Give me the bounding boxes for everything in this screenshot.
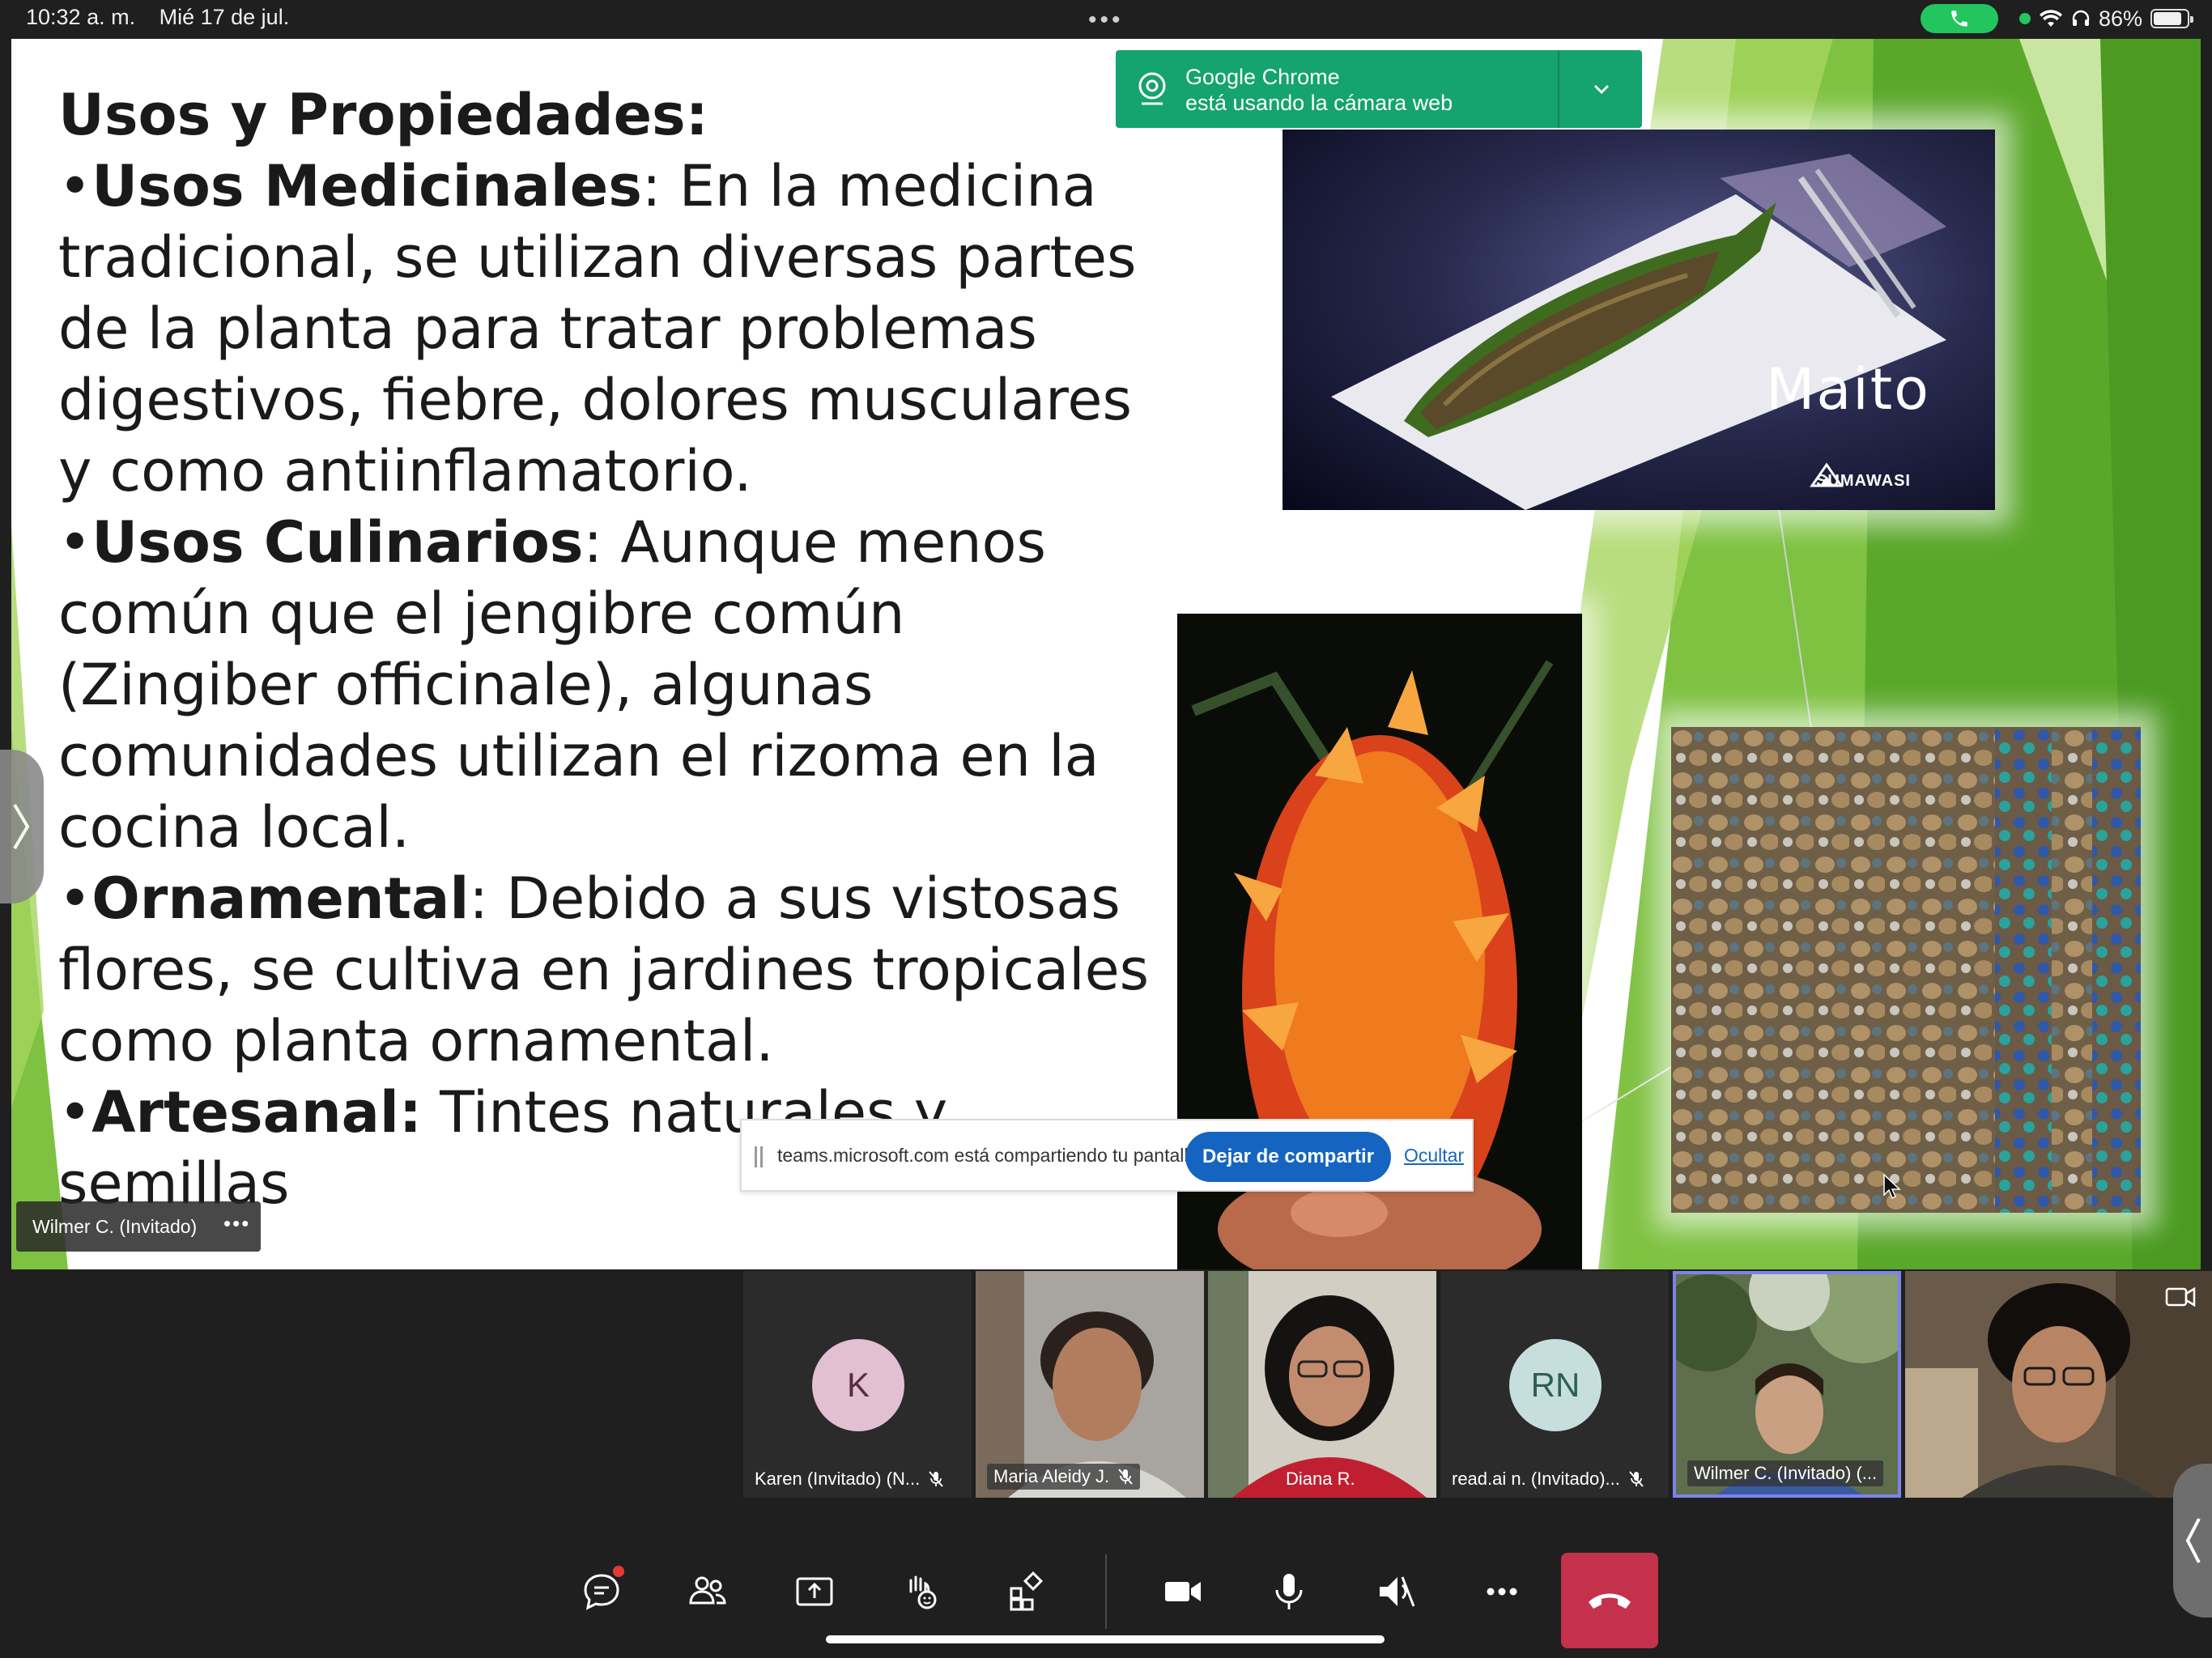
mic-off-icon [1629,1471,1644,1487]
phone-icon [1951,11,1967,27]
participant-name: read.ai n. (Invitado)... [1452,1469,1620,1489]
switch-camera-icon[interactable] [2165,1284,2197,1313]
participant-tile-maria[interactable]: Maria Aleidy J. [976,1271,1204,1498]
mic-off-icon [1118,1469,1133,1485]
battery-icon [2150,9,2193,28]
speaker-icon [1380,1576,1415,1607]
participants-button[interactable] [675,1559,740,1624]
people-icon [689,1576,726,1605]
microphone-button[interactable] [1257,1559,1321,1624]
camera-in-use-dot [2018,13,2031,24]
participant-label: read.ai n. (Invitado)... [1452,1469,1644,1490]
notification-divider [1558,50,1559,128]
status-time: 10:32 a. m. [26,5,136,29]
chevron-down-icon[interactable] [1585,74,1618,104]
status-bar: 10:32 a. m. Mié 17 de jul. ••• 86% [0,0,2212,39]
participant-label: Karen (Invitado) (N... [755,1469,944,1490]
unread-badge [613,1566,624,1577]
participant-label: Wilmer C. (Invitado) (... [1687,1460,1884,1486]
presenter-name-tag[interactable]: Wilmer C. (Invitado) ••• [16,1201,261,1252]
bullet-term: Ornamental [91,865,470,932]
seed-pattern [1671,727,2141,1213]
participant-video [1208,1271,1436,1498]
more-options-icon[interactable]: ••• [223,1211,250,1236]
logo-text: SUMAWASI [1816,472,1911,490]
bullet-term: Usos Medicinales [91,153,642,219]
more-actions-button[interactable] [1470,1559,1534,1624]
chat-button[interactable] [569,1559,634,1624]
participant-name: Diana R. [1286,1469,1355,1489]
multitasking-dots-icon[interactable]: ••• [1088,6,1124,34]
participant-tile-wilmer[interactable]: Wilmer C. (Invitado) (... [1673,1271,1901,1498]
status-date: Mié 17 de jul. [159,5,290,29]
share-screen-button[interactable] [782,1559,847,1624]
reactions-button[interactable] [888,1559,953,1624]
microphone-icon [1275,1574,1303,1609]
participant-name: Maria Aleidy J. [993,1466,1110,1486]
headphones-icon [2072,10,2090,26]
avatar: RN [1509,1339,1602,1431]
share-tray-icon [796,1577,833,1606]
slide-title: Usos y Propiedades: [58,82,708,148]
ellipsis-icon [1487,1588,1517,1596]
camera-button[interactable] [1151,1559,1215,1624]
speaker-button[interactable] [1363,1559,1428,1624]
hang-up-icon [1589,1593,1631,1609]
left-panel-handle[interactable] [0,750,44,903]
shared-screen-slide: Usos y Propiedades: •Usos Medicinales: E… [11,39,2201,1269]
status-right: 86% [1920,4,2193,33]
raise-hand-icon [909,1575,937,1609]
chat-icon [584,1574,619,1610]
participant-tile-diana[interactable]: Diana R. [1208,1271,1436,1498]
webcam-icon [1138,72,1166,105]
active-call-pill[interactable] [1920,4,1998,33]
bullet-term: Artesanal: [91,1079,422,1146]
participant-name: Wilmer C. (Invitado) (... [1694,1463,1878,1483]
chrome-camera-notification[interactable]: Google Chrome está usando la cámara web [1116,50,1642,128]
participant-name: Karen (Invitado) (N... [755,1469,921,1489]
presenter-name: Wilmer C. (Invitado) [32,1216,198,1237]
maito-dish-photo: Maito SUMAWASI [1283,130,1995,510]
slide-bullet-culinary: •Usos Culinarios: Aunque menos común que… [58,509,1100,861]
slide-body-text: Usos y Propiedades: •Usos Medicinales: E… [58,79,1159,1219]
slide-bullet-medicinal: •Usos Medicinales: En la medicina tradic… [58,153,1137,504]
mouse-cursor-icon [1883,1174,1901,1200]
apps-button[interactable] [995,1559,1060,1624]
avatar: K [812,1339,904,1431]
fish-plate-illustration [1331,154,1946,510]
right-panel-handle[interactable] [2173,1464,2212,1618]
stop-sharing-button[interactable]: Dejar de compartir [1185,1132,1391,1182]
leave-call-button[interactable] [1561,1553,1658,1648]
video-camera-icon [1165,1582,1201,1601]
chevron-left-icon [2185,1518,2201,1563]
photo-caption: Maito [1765,356,1930,423]
toolbar-divider [1105,1554,1107,1629]
chevron-right-icon [13,803,30,850]
mic-off-icon [929,1471,943,1487]
participant-tile-readai[interactable]: RN read.ai n. (Invitado)... [1440,1271,1669,1498]
status-time-date: 10:32 a. m. Mié 17 de jul. [26,5,307,30]
apps-icon [1010,1571,1044,1611]
share-message: teams.microsoft.com está compartiendo tu… [777,1145,1204,1166]
home-indicator[interactable] [826,1635,1385,1643]
battery-percent: 86% [2098,6,2142,31]
screen-share-bar: teams.microsoft.com está compartiendo tu… [740,1119,1474,1192]
seed-bracelets-photo [1671,727,2141,1213]
bullet-term: Usos Culinarios [91,509,584,576]
participant-label: Maria Aleidy J. [987,1464,1141,1490]
participant-tile-self[interactable] [1905,1271,2212,1498]
hide-link[interactable]: Ocultar [1404,1145,1464,1167]
wifi-icon [2039,10,2062,27]
participant-tile-karen[interactable]: K Karen (Invitado) (N... [743,1271,972,1498]
notification-title: Google Chrome [1185,65,1340,89]
notification-message: está usando la cámara web [1185,91,1453,115]
drag-handle-icon[interactable] [755,1146,763,1167]
slide-bullet-ornamental: •Ornamental: Debido a sus vistosas flore… [58,865,1150,1074]
participant-label: Diana R. [1286,1469,1355,1490]
